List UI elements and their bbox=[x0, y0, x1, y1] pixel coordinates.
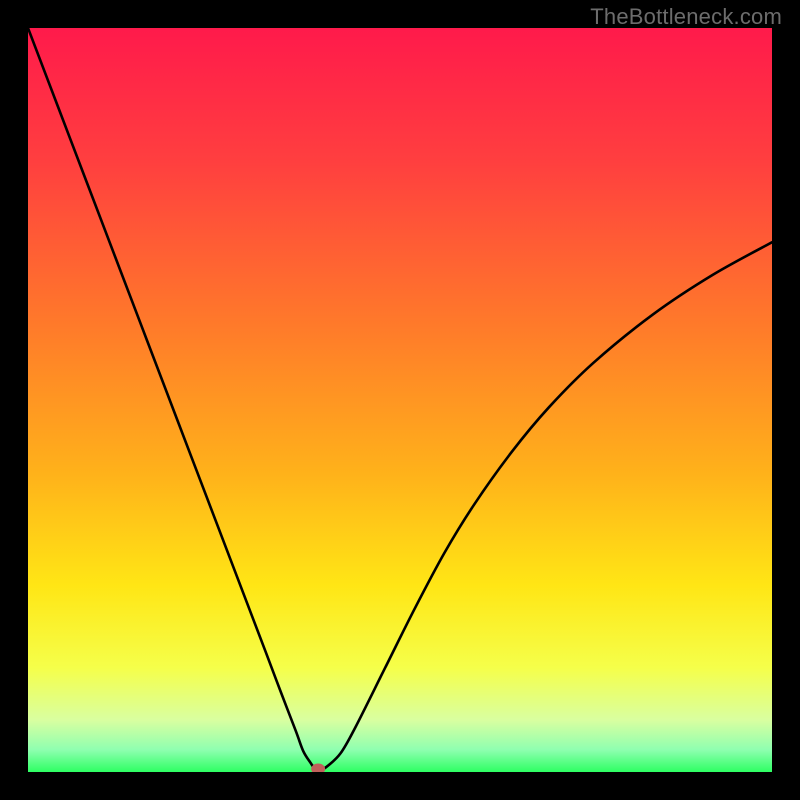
watermark-text: TheBottleneck.com bbox=[590, 4, 782, 30]
gradient-background bbox=[28, 28, 772, 772]
plot-svg bbox=[28, 28, 772, 772]
chart-frame: TheBottleneck.com bbox=[0, 0, 800, 800]
plot-area bbox=[28, 28, 772, 772]
